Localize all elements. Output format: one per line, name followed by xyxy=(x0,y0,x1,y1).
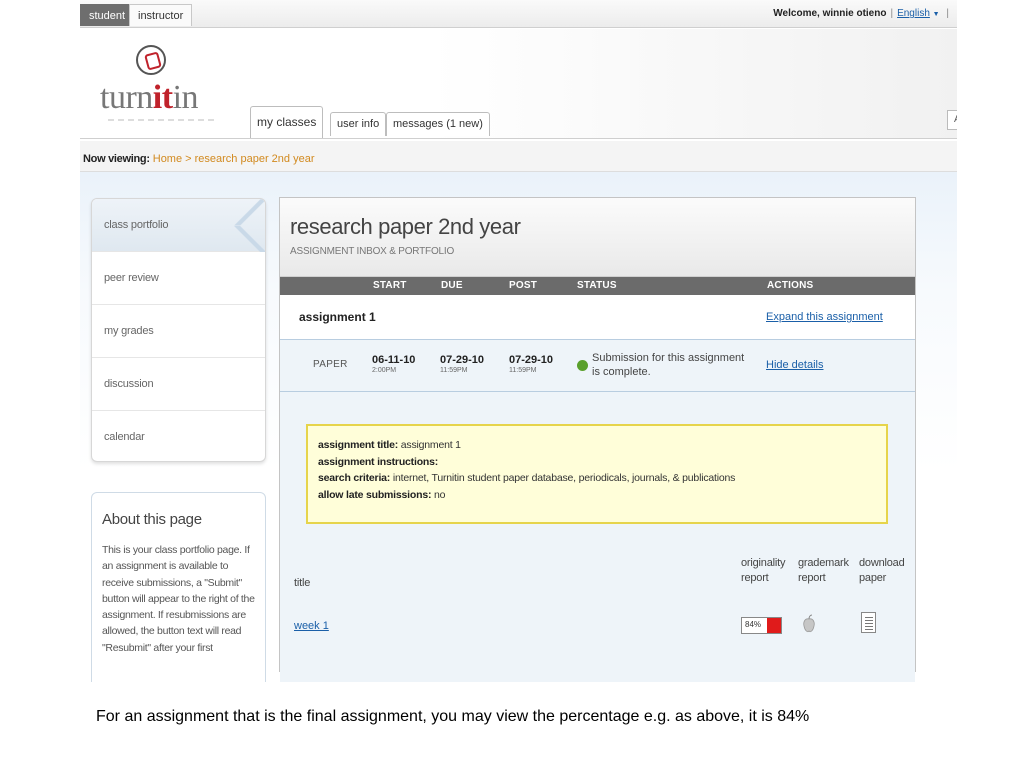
sidebar-item-peer-review[interactable]: peer review xyxy=(92,252,265,305)
column-header-post: POST xyxy=(509,280,538,291)
header-search-input[interactable]: A xyxy=(947,110,957,130)
sidebar-item-discussion[interactable]: discussion xyxy=(92,358,265,411)
submission-title-link[interactable]: week 1 xyxy=(294,620,329,632)
turnitin-logo[interactable]: turnitin xyxy=(100,41,230,121)
originality-color-block xyxy=(767,618,781,633)
hide-details-link[interactable]: Hide details xyxy=(766,359,823,371)
role-tab-instructor[interactable]: instructor xyxy=(129,4,193,26)
welcome-text: Welcome, winnie otieno xyxy=(773,8,887,19)
paper-type-label: PAPER xyxy=(313,359,348,370)
assignment-name: assignment 1 xyxy=(299,310,376,324)
tab-messages[interactable]: messages (1 new) xyxy=(386,112,490,136)
expand-assignment-link[interactable]: Expand this assignment xyxy=(766,311,883,323)
detail-criteria: search criteria: internet, Turnitin stud… xyxy=(318,472,736,484)
class-sidebar: class portfolio peer review my grades di… xyxy=(91,198,266,462)
originality-report-badge[interactable]: 84% xyxy=(741,617,782,634)
breadcrumb: Now viewing: Home > research paper 2nd y… xyxy=(80,141,957,172)
welcome-message: Welcome, winnie otieno | English ▼ | xyxy=(773,8,953,19)
role-tab-student[interactable]: student xyxy=(80,4,135,26)
assignment-row: assignment 1 Expand this assignment xyxy=(280,295,915,340)
sidebar-item-calendar[interactable]: calendar xyxy=(92,411,265,461)
post-date: 07-29-10 11:59PM xyxy=(509,354,554,374)
about-panel: About this page This is your class portf… xyxy=(91,492,266,682)
logo-underline xyxy=(108,119,218,121)
language-link[interactable]: English xyxy=(897,8,930,19)
separator: | xyxy=(946,8,949,19)
start-date: 06-11-10 2:00PM xyxy=(372,354,416,374)
breadcrumb-label: Now viewing: xyxy=(83,153,150,165)
detail-title: assignment title: assignment 1 xyxy=(318,439,461,451)
screenshot-frame: student instructor Welcome, winnie otien… xyxy=(80,0,957,682)
content-area: class portfolio peer review my grades di… xyxy=(80,172,957,682)
column-header-due: DUE xyxy=(441,280,463,291)
table-header-title: title xyxy=(294,577,311,589)
breadcrumb-path[interactable]: Home > research paper 2nd year xyxy=(153,153,315,165)
about-title: About this page xyxy=(102,511,202,528)
site-header: turnitin my classes user info messages (… xyxy=(80,29,957,139)
assignment-details: assignment title: assignment 1 assignmen… xyxy=(280,392,915,682)
panel-header: research paper 2nd year ASSIGNMENT INBOX… xyxy=(280,198,915,277)
sidebar-item-class-portfolio[interactable]: class portfolio xyxy=(92,199,265,252)
sidebar-item-my-grades[interactable]: my grades xyxy=(92,305,265,358)
about-text: This is your class portfolio page. If an… xyxy=(102,544,255,654)
chevron-right-icon xyxy=(231,199,265,252)
logo-text: turnitin xyxy=(100,79,199,116)
tab-my-classes[interactable]: my classes xyxy=(250,106,324,138)
originality-percentage: 84% xyxy=(745,620,762,629)
role-bar: student instructor Welcome, winnie otien… xyxy=(80,0,957,28)
page-subtitle: ASSIGNMENT INBOX & PORTFOLIO xyxy=(290,246,455,257)
page-title: research paper 2nd year xyxy=(290,214,521,239)
detail-instructions: assignment instructions: xyxy=(318,455,439,468)
detail-late: allow late submissions: no xyxy=(318,488,446,501)
paper-row: PAPER 06-11-10 2:00PM 07-29-10 11:59PM 07-… xyxy=(280,340,915,392)
assignment-panel: research paper 2nd year ASSIGNMENT INBOX… xyxy=(279,197,916,682)
apple-icon[interactable] xyxy=(802,614,816,634)
document-icon[interactable] xyxy=(861,612,876,633)
table-header-grademark: grademark report xyxy=(798,557,849,584)
column-header-bar: START DUE POST STATUS ACTIONS xyxy=(280,277,915,295)
tab-user-info[interactable]: user info xyxy=(330,112,387,136)
slide-caption: For an assignment that is the final assi… xyxy=(96,708,810,725)
column-header-actions: ACTIONS xyxy=(767,280,814,291)
due-date: 07-29-10 11:59PM xyxy=(440,354,485,374)
separator: | xyxy=(890,8,894,19)
logo-mark-icon xyxy=(136,45,166,75)
column-header-start: START xyxy=(373,280,407,291)
column-header-status: STATUS xyxy=(577,280,617,291)
table-header-originality: originality report xyxy=(741,557,786,584)
status-text: Submission for this assignment is comple… xyxy=(592,352,745,378)
table-header-download: download paper xyxy=(859,557,905,584)
status-complete-icon xyxy=(577,360,588,371)
assignment-info-box: assignment title: assignment 1 assignmen… xyxy=(306,424,888,524)
chevron-down-icon[interactable]: ▼ xyxy=(933,11,940,18)
